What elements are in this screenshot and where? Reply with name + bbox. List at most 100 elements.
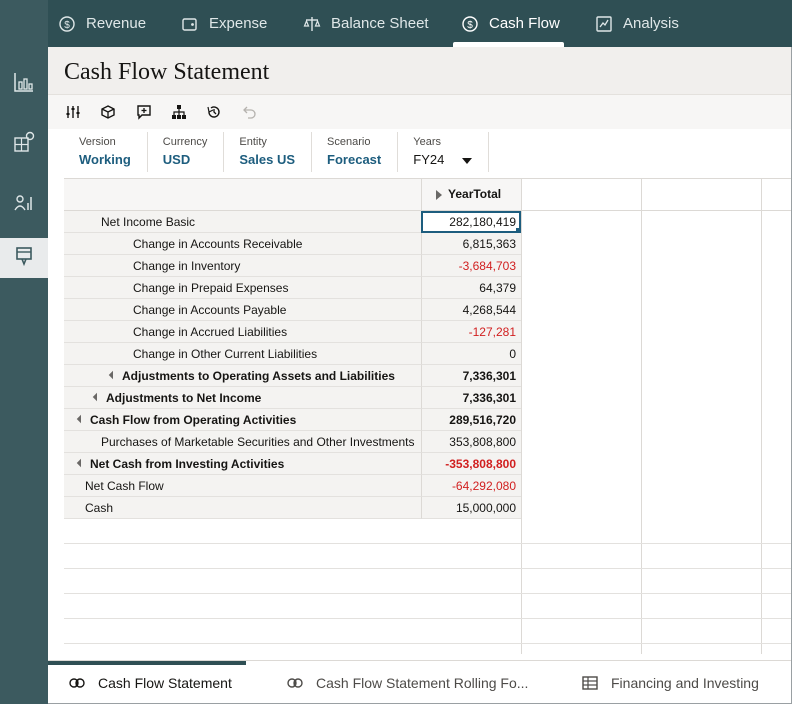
pov-value-text: FY24 — [413, 152, 445, 167]
row-label[interactable]: Purchases of Marketable Securities and O… — [64, 431, 421, 453]
empty-row — [64, 619, 791, 644]
cube-icon[interactable] — [99, 103, 117, 121]
analysis-icon — [595, 15, 613, 33]
rail-item-dashboard[interactable] — [0, 64, 48, 104]
data-cell[interactable]: 7,336,301 — [421, 387, 521, 409]
pov-value: Forecast — [327, 152, 382, 167]
rail-item-reports[interactable] — [0, 184, 48, 224]
data-cell[interactable]: -64,292,080 — [421, 475, 521, 497]
row-label-parent[interactable]: Net Cash from Investing Activities — [64, 453, 421, 475]
pov-label: Version — [79, 136, 116, 148]
dollar-circle-icon: $ — [58, 15, 76, 33]
row-label-text: Cash Flow from Operating Activities — [90, 413, 297, 427]
pov-value: Sales US — [239, 152, 296, 167]
left-nav-rail — [0, 47, 48, 704]
pov-label: Scenario — [327, 136, 371, 148]
tab-cash-flow[interactable]: $ Cash Flow — [453, 0, 564, 47]
row-label[interactable]: Change in Inventory — [64, 255, 421, 277]
pov-entity[interactable]: Entity Sales US — [224, 132, 313, 172]
pov-label: Entity — [239, 136, 267, 148]
column-header-yeartotal[interactable]: YearTotal — [421, 178, 521, 211]
bottom-tab-label: Financing and Investing — [611, 674, 759, 691]
row-label-parent[interactable]: Adjustments to Net Income — [64, 387, 421, 409]
tab-balance-sheet[interactable]: Balance Sheet — [303, 0, 429, 47]
title-bar: Cash Flow Statement — [48, 47, 791, 95]
form-icon — [286, 674, 304, 692]
dropdown-arrow-icon[interactable] — [461, 157, 472, 164]
row-label[interactable]: Net Cash Flow — [64, 475, 421, 497]
undo-icon[interactable] — [240, 103, 258, 121]
row-label-parent[interactable]: Cash Flow from Operating Activities — [64, 409, 421, 431]
tab-revenue[interactable]: $ Revenue — [58, 0, 146, 47]
wallet-icon — [181, 15, 199, 33]
sliders-icon[interactable] — [64, 103, 82, 121]
column-header-empty — [521, 178, 641, 211]
data-cell[interactable]: 6,815,363 — [421, 233, 521, 255]
rail-item-forms[interactable] — [0, 238, 48, 278]
grid-settings-icon — [13, 131, 35, 158]
pov-version[interactable]: Version Working — [64, 132, 148, 172]
bottom-tab-label: Cash Flow Statement — [98, 674, 232, 691]
tab-label: Revenue — [86, 15, 147, 32]
tab-label: Balance Sheet — [331, 15, 429, 32]
svg-text:$: $ — [467, 20, 473, 31]
collapse-icon[interactable] — [76, 458, 86, 468]
pov-value: Working — [79, 152, 131, 167]
data-cell[interactable]: 289,516,720 — [421, 409, 521, 431]
data-cell[interactable]: 0 — [421, 343, 521, 365]
top-tab-bar: $ Revenue Expense Balance Sheet $ Cash F… — [0, 0, 792, 47]
pov-years[interactable]: Years FY24 — [398, 132, 489, 172]
bottom-tab-cash-flow-statement[interactable]: Cash Flow Statement — [48, 661, 246, 704]
data-cell[interactable]: 64,379 — [421, 277, 521, 299]
expand-right-icon[interactable] — [436, 189, 442, 200]
balance-scale-icon — [303, 15, 321, 33]
pov-value: FY24 — [413, 152, 472, 167]
row-label-parent[interactable]: Adjustments to Operating Assets and Liab… — [64, 365, 421, 387]
empty-row — [64, 569, 791, 594]
comment-add-icon[interactable] — [135, 103, 153, 121]
data-cell[interactable]: 15,000,000 — [421, 497, 521, 519]
row-label[interactable]: Change in Accounts Receivable — [64, 233, 421, 255]
data-cell[interactable]: 4,268,544 — [421, 299, 521, 321]
tab-expense[interactable]: Expense — [181, 0, 267, 47]
clipboard-icon — [13, 245, 35, 272]
person-chart-icon — [13, 191, 35, 218]
bottom-tab-label: Cash Flow Statement Rolling Fo... — [316, 674, 529, 691]
form-toolbar — [48, 95, 791, 129]
data-cell[interactable]: -127,281 — [421, 321, 521, 343]
collapse-icon[interactable] — [92, 392, 102, 402]
data-cell-selected[interactable]: 282,180,419 — [421, 211, 521, 233]
row-label[interactable]: Net Income Basic — [64, 211, 421, 233]
pov-bar: Version Working Currency USD Entity Sale… — [64, 132, 489, 174]
cash-flow-icon: $ — [461, 15, 479, 33]
row-label[interactable]: Change in Accrued Liabilities — [64, 321, 421, 343]
collapse-icon[interactable] — [76, 414, 86, 424]
row-label[interactable]: Change in Other Current Liabilities — [64, 343, 421, 365]
tab-analysis[interactable]: Analysis — [595, 0, 679, 47]
data-cell[interactable]: -3,684,703 — [421, 255, 521, 277]
tab-label: Expense — [209, 15, 268, 32]
hierarchy-icon[interactable] — [170, 103, 188, 121]
column-header-empty — [641, 178, 761, 211]
pov-label: Years — [413, 136, 441, 148]
bottom-tab-cash-flow-rolling[interactable]: Cash Flow Statement Rolling Fo... — [286, 661, 528, 704]
row-label-text: Net Cash from Investing Activities — [90, 457, 285, 471]
row-label[interactable]: Change in Accounts Payable — [64, 299, 421, 321]
history-icon[interactable] — [205, 103, 223, 121]
row-label[interactable]: Change in Prepaid Expenses — [64, 277, 421, 299]
main-panel: Cash Flow Statement Version Working Curr… — [48, 47, 791, 660]
empty-row — [64, 519, 791, 544]
tab-label: Cash Flow — [489, 15, 560, 32]
row-label[interactable]: Cash — [64, 497, 421, 519]
pov-value: USD — [162, 152, 191, 167]
data-cell[interactable]: 353,808,800 — [421, 431, 521, 453]
collapse-icon[interactable] — [108, 370, 118, 380]
pov-label: Currency — [162, 136, 208, 148]
data-cell[interactable]: 7,336,301 — [421, 365, 521, 387]
bottom-tab-financing-investing[interactable]: Financing and Investing — [581, 661, 759, 704]
pov-currency[interactable]: Currency USD — [148, 132, 225, 172]
data-cell[interactable]: -353,808,800 — [421, 453, 521, 475]
pov-scenario[interactable]: Scenario Forecast — [312, 132, 399, 172]
rail-item-data[interactable] — [0, 124, 48, 164]
data-grid: YearTotal Net Income Basic 282,180,419 C… — [64, 178, 791, 654]
